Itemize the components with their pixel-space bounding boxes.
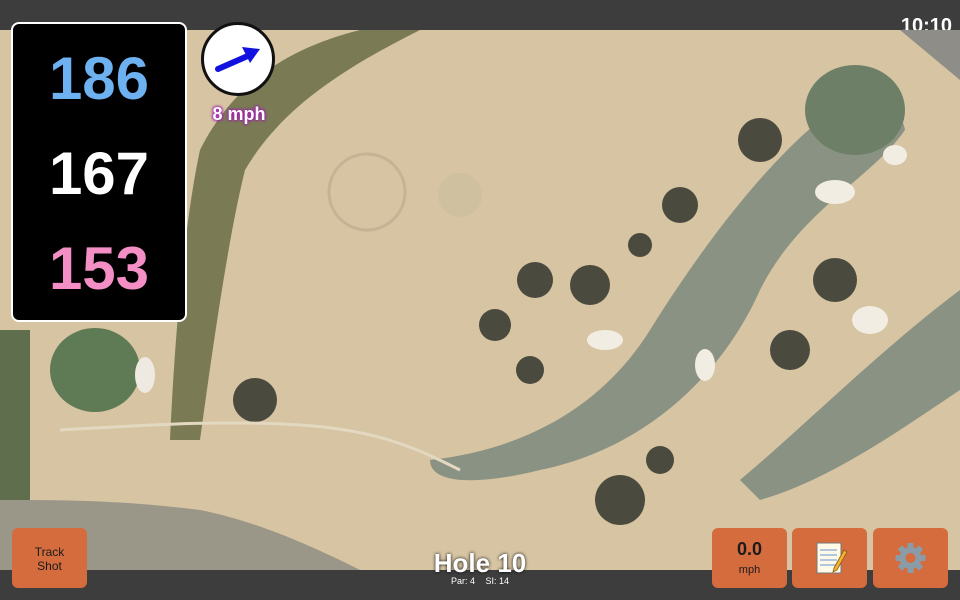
back-yardage: 186 bbox=[48, 45, 150, 112]
notes-button[interactable] bbox=[792, 528, 867, 588]
speed-button[interactable]: 0.0 mph bbox=[712, 528, 787, 588]
yardage-panel: 186 167 153 bbox=[11, 22, 187, 322]
track-shot-button[interactable]: Track Shot bbox=[12, 528, 87, 588]
speed-value: 0.0 bbox=[736, 539, 763, 559]
middle-yardage: 167 bbox=[48, 140, 150, 207]
settings-button[interactable] bbox=[873, 528, 948, 588]
notepad-icon bbox=[816, 542, 848, 574]
track-shot-label-line1: Track bbox=[34, 545, 65, 559]
track-shot-label-line2: Shot bbox=[37, 559, 62, 573]
hole-info: Par: 4 SI: 14 bbox=[380, 576, 580, 586]
gear-icon bbox=[895, 543, 926, 573]
wind-speed: 8 mph bbox=[212, 104, 266, 124]
wind-indicator bbox=[201, 22, 275, 96]
par-label: Par: 4 bbox=[450, 576, 475, 586]
si-label: SI: 14 bbox=[485, 576, 510, 586]
arrow-right-icon bbox=[215, 47, 260, 72]
speed-unit: mph bbox=[738, 564, 761, 576]
front-yardage: 153 bbox=[48, 235, 150, 302]
hole-title: Hole 10 bbox=[433, 548, 527, 578]
